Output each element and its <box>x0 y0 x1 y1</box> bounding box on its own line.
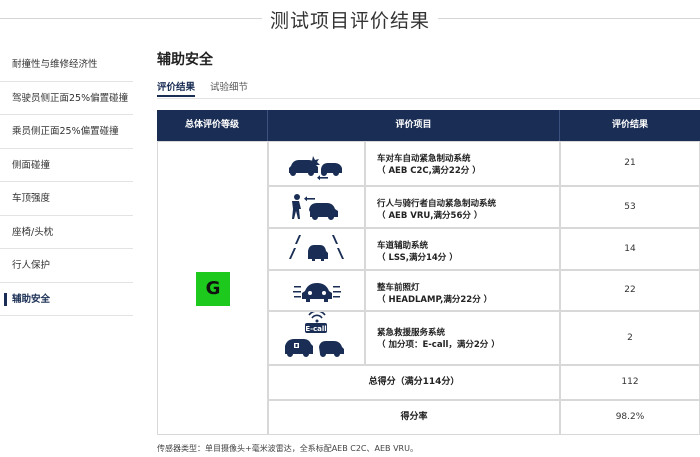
table-row-item: 整车前照灯 （ HEADLAMP,满分22分 ） <box>365 270 560 311</box>
sidebar-item-pedestrian-protection[interactable]: 行人保护 <box>0 249 133 283</box>
header-overall-grade: 总体评价等级 <box>157 110 268 141</box>
item-sub: （ AEB C2C,满分22分 ） <box>377 166 481 176</box>
tab-evaluation-result[interactable]: 评价结果 <box>157 79 196 97</box>
table-row-result: 53 <box>560 186 700 228</box>
item-sub: （ 加分项：E-call，满分2分 ） <box>377 340 500 350</box>
grade-badge: G <box>196 272 230 306</box>
lane-support-icon <box>289 235 344 261</box>
header-evaluation-result: 评价结果 <box>611 120 648 130</box>
ecall-text: E-call <box>305 325 326 333</box>
sidebar-item-passenger-small-overlap[interactable]: 乘员侧正面25%偏置碰撞 <box>0 115 133 149</box>
sidebar-item-seat-headrest[interactable]: 座椅/头枕 <box>0 216 133 249</box>
item-sub: （ HEADLAMP,满分22分 ） <box>377 295 493 305</box>
table-row-item: 紧急救援服务系统 （ 加分项：E-call，满分2分 ） <box>365 311 560 365</box>
score-rate-label: 得分率 <box>268 400 560 435</box>
table-header: 总体评价等级 评价项目 评价结果 <box>157 110 700 141</box>
table-row-icon <box>268 186 365 228</box>
page-title-bar: 测试项目评价结果 <box>0 0 700 40</box>
table-row-icon <box>268 228 365 270</box>
title-divider-right <box>438 18 700 19</box>
sidebar-item-active-safety[interactable]: 辅助安全 <box>0 283 133 316</box>
total-score-value: 112 <box>560 365 700 400</box>
item-name: 行人与骑行者自动紧急制动系统 <box>377 199 497 209</box>
headlamp-icon <box>293 283 341 302</box>
ecall-icon: E-call <box>285 312 344 357</box>
title-divider-left <box>0 18 262 19</box>
item-name: 车道辅助系统 <box>377 241 429 251</box>
table-row-item: 车对车自动紧急制动系统 （ AEB C2C,满分22分 ） <box>365 141 560 186</box>
tab-test-details[interactable]: 试验细节 <box>210 79 248 97</box>
sidebar: 耐撞性与维修经济性 驾驶员侧正面25%偏置碰撞 乘员侧正面25%偏置碰撞 侧面碰… <box>0 48 133 316</box>
table-row-item: 行人与骑行者自动紧急制动系统 （ AEB VRU,满分56分 ） <box>365 186 560 228</box>
item-sub: （ AEB VRU,满分56分 ） <box>377 211 483 221</box>
item-sub: （ LSS,满分14分 ） <box>377 253 458 263</box>
sidebar-item-roof-strength[interactable]: 车顶强度 <box>0 182 133 216</box>
table-row-result: 14 <box>560 228 700 270</box>
sidebar-item-crashworthiness[interactable]: 耐撞性与维修经济性 <box>0 48 133 82</box>
sidebar-item-side-impact[interactable]: 侧面碰撞 <box>0 149 133 182</box>
table-row-item: 车道辅助系统 （ LSS,满分14分 ） <box>365 228 560 270</box>
header-evaluation-item: 评价项目 <box>268 110 560 141</box>
table-row-result: 2 <box>560 311 700 365</box>
overall-grade-cell: G <box>157 141 268 435</box>
total-score-label: 总得分（满分114分） <box>268 365 560 400</box>
car-to-car-aeb-icon <box>289 156 342 181</box>
item-name: 紧急救援服务系统 <box>377 328 446 338</box>
table-row-icon <box>268 270 365 311</box>
item-name: 车对车自动紧急制动系统 <box>377 154 471 164</box>
pedestrian-cyclist-aeb-icon <box>292 194 338 220</box>
sidebar-item-driver-small-overlap[interactable]: 驾驶员侧正面25%偏置碰撞 <box>0 82 133 115</box>
sensor-footnote: 传感器类型：单目摄像头+毫米波雷达，全系标配AEB C2C、AEB VRU。 <box>157 444 418 453</box>
table-row-icon <box>268 141 365 186</box>
table-row-result: 21 <box>560 141 700 186</box>
section-title: 辅助安全 <box>157 52 213 68</box>
evaluation-table: 总体评价等级 评价项目 评价结果 G 车对车自动紧急制动系统 （ AEB C2C… <box>157 110 700 435</box>
item-name: 整车前照灯 <box>377 283 420 293</box>
tabs-divider <box>157 98 700 99</box>
table-row-result: 22 <box>560 270 700 311</box>
score-rate-value: 98.2% <box>560 400 700 435</box>
table-row-icon: E-call <box>268 311 365 365</box>
page-title: 测试项目评价结果 <box>269 10 430 32</box>
